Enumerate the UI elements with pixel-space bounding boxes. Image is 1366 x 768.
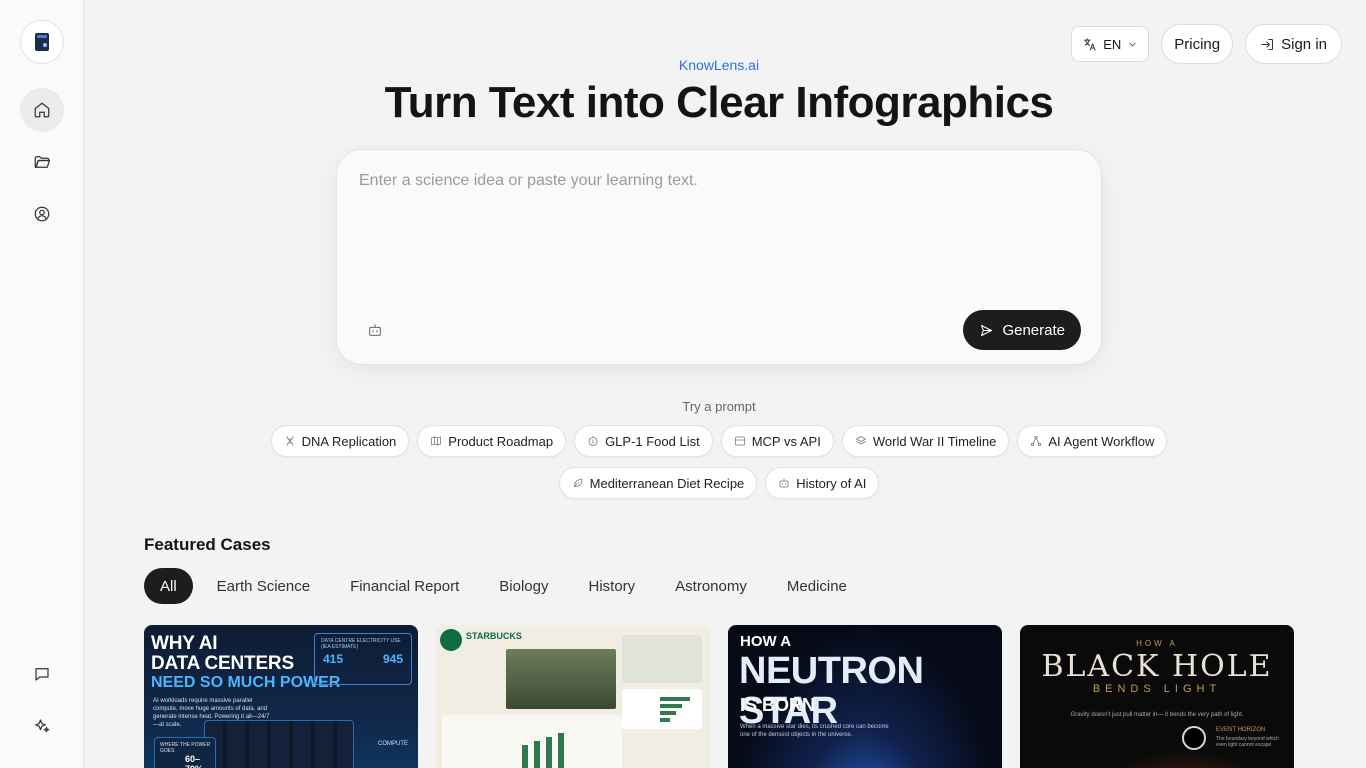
- prompt-chip-label: World War II Timeline: [872, 433, 997, 449]
- category-tabs: All Earth Science Financial Report Biolo…: [144, 568, 863, 604]
- tab-all[interactable]: All: [144, 568, 193, 604]
- card-title: NEUTRON STAR: [739, 650, 924, 732]
- case-card-ai-data-centers[interactable]: WHY AI DATA CENTERS NEED SO MUCH POWER AI…: [144, 625, 418, 768]
- nav-home[interactable]: [20, 88, 64, 132]
- prompt-chip[interactable]: DNA Replication: [270, 425, 410, 457]
- sidebar: [0, 0, 84, 768]
- prompt-chip[interactable]: World War II Timeline: [841, 425, 1010, 457]
- badge-label: WHERE THE POWER GOES: [160, 742, 211, 754]
- app-logo[interactable]: [20, 20, 64, 64]
- card-subtitle: IS BORN: [740, 695, 816, 715]
- card-subtitle: NEED SO MUCH POWER: [151, 674, 341, 691]
- map-icon: [431, 436, 442, 446]
- dna-icon: [286, 436, 294, 446]
- case-card-black-hole[interactable]: HOW A BLACK HOLE BENDS LIGHT Gravity doe…: [1020, 625, 1294, 768]
- sparkles-icon: [35, 719, 50, 733]
- bot-icon: [369, 324, 381, 336]
- prompt-chip[interactable]: MCP vs API: [720, 425, 834, 457]
- featured-cards: WHY AI DATA CENTERS NEED SO MUCH POWER AI…: [144, 625, 1294, 768]
- prompt-chips-row-2: Mediterranean Diet Recipe History of AI: [84, 467, 1354, 499]
- language-label: EN: [1103, 36, 1122, 52]
- nav-feedback[interactable]: [20, 652, 64, 696]
- generate-label: Generate: [1002, 321, 1065, 339]
- prompt-chip-label: Mediterranean Diet Recipe: [589, 475, 745, 491]
- event-horizon-desc: The boundary beyond which even light can…: [1216, 736, 1279, 748]
- chat-icon: [35, 668, 49, 681]
- store-illustration: [506, 649, 616, 709]
- prompt-chip-label: Product Roadmap: [448, 433, 554, 449]
- try-prompt-label: Try a prompt: [682, 399, 756, 414]
- user-circle-icon: [34, 206, 50, 222]
- starbucks-logo-icon: [440, 629, 462, 651]
- stat-box: DATA CENTRE ELECTRICITY USE (IEA ESTIMAT…: [314, 633, 412, 685]
- nav-folder[interactable]: [20, 140, 64, 184]
- page-title: Turn Text into Clear Infographics: [384, 78, 1054, 127]
- tab-financial-report[interactable]: Financial Report: [334, 568, 475, 604]
- nav-sparkle[interactable]: [20, 704, 64, 748]
- power-badge: WHERE THE POWER GOES 60–70%: [154, 737, 216, 768]
- card-kicker: HOW A: [740, 633, 792, 650]
- stat-value-to: 945: [382, 652, 403, 666]
- layers-icon: [855, 436, 866, 445]
- prompt-card: Generate: [336, 149, 1102, 365]
- workflow-icon: [1031, 435, 1042, 447]
- card-description: Gravity doesn't just pull matter in— it …: [1070, 712, 1244, 718]
- tab-history[interactable]: History: [572, 568, 651, 604]
- card-title: WHY AI DATA CENTERS: [151, 633, 294, 674]
- card-subtitle: BENDS LIGHT: [1092, 683, 1222, 695]
- tab-medicine[interactable]: Medicine: [771, 568, 863, 604]
- login-icon: [1261, 38, 1274, 50]
- chevron-down-icon: [1129, 42, 1136, 46]
- server-rack-illustration: [204, 720, 354, 768]
- folder-open-icon: [34, 156, 51, 168]
- stat-value-from: 415: [323, 652, 344, 666]
- pricing-label: Pricing: [1174, 35, 1221, 53]
- generate-button[interactable]: Generate: [963, 310, 1081, 350]
- card-kicker: HOW A: [1136, 639, 1178, 648]
- apple-icon: [588, 436, 598, 446]
- prompt-chip-label: GLP-1 Food List: [605, 433, 700, 449]
- prompt-chip[interactable]: History of AI: [765, 467, 880, 499]
- home-icon: [34, 102, 50, 118]
- prompt-chip[interactable]: AI Agent Workflow: [1017, 425, 1168, 457]
- card-brand: STARBUCKS: [466, 631, 522, 641]
- prompt-chip-label: MCP vs API: [751, 433, 821, 449]
- table-icon: [734, 436, 745, 446]
- assistant-mode-button[interactable]: [367, 322, 383, 338]
- featured-cases-title: Featured Cases: [144, 535, 271, 554]
- stat-box-label: DATA CENTRE ELECTRICITY USE (IEA ESTIMAT…: [321, 638, 401, 650]
- tab-biology[interactable]: Biology: [483, 568, 564, 604]
- bot-icon: [779, 478, 789, 488]
- book-logo-icon: [35, 33, 49, 51]
- send-icon: [981, 324, 993, 336]
- side-label: COMPUTE: [378, 741, 408, 747]
- translate-icon: [1084, 37, 1096, 51]
- badge-value: 60–70%: [185, 754, 203, 768]
- case-card-neutron-star[interactable]: HOW A NEUTRON STAR IS BORN When a massiv…: [728, 625, 1002, 768]
- prompt-chip[interactable]: GLP-1 Food List: [574, 425, 713, 457]
- prompt-chip-label: AI Agent Workflow: [1048, 433, 1155, 449]
- event-horizon-icon: [1182, 726, 1206, 750]
- prompt-chip[interactable]: Product Roadmap: [417, 425, 567, 457]
- nav-account[interactable]: [20, 192, 64, 236]
- card-description: When a massive star dies, its crushed co…: [740, 724, 889, 738]
- event-horizon-label: EVENT HORIZON: [1216, 727, 1266, 733]
- brand-tagline[interactable]: KnowLens.ai: [84, 57, 1354, 73]
- case-card-starbucks[interactable]: STARBUCKS: [436, 625, 710, 768]
- tab-earth-science[interactable]: Earth Science: [201, 568, 326, 604]
- leaf-icon: [573, 478, 583, 487]
- card-title: BLACK HOLE: [1041, 649, 1273, 684]
- prompt-chip[interactable]: Mediterranean Diet Recipe: [558, 467, 758, 499]
- stats-panel: [622, 689, 702, 729]
- prompt-chip-label: History of AI: [796, 475, 867, 491]
- prompt-chip-label: DNA Replication: [301, 433, 397, 449]
- data-grid-illustration: [442, 715, 622, 768]
- sign-in-label: Sign in: [1281, 35, 1327, 53]
- prompt-chips-row-1: DNA Replication Product Roadmap GLP-1 Fo…: [84, 425, 1354, 457]
- world-map-illustration: [622, 635, 702, 683]
- tab-astronomy[interactable]: Astronomy: [659, 568, 763, 604]
- prompt-input[interactable]: [359, 172, 1079, 292]
